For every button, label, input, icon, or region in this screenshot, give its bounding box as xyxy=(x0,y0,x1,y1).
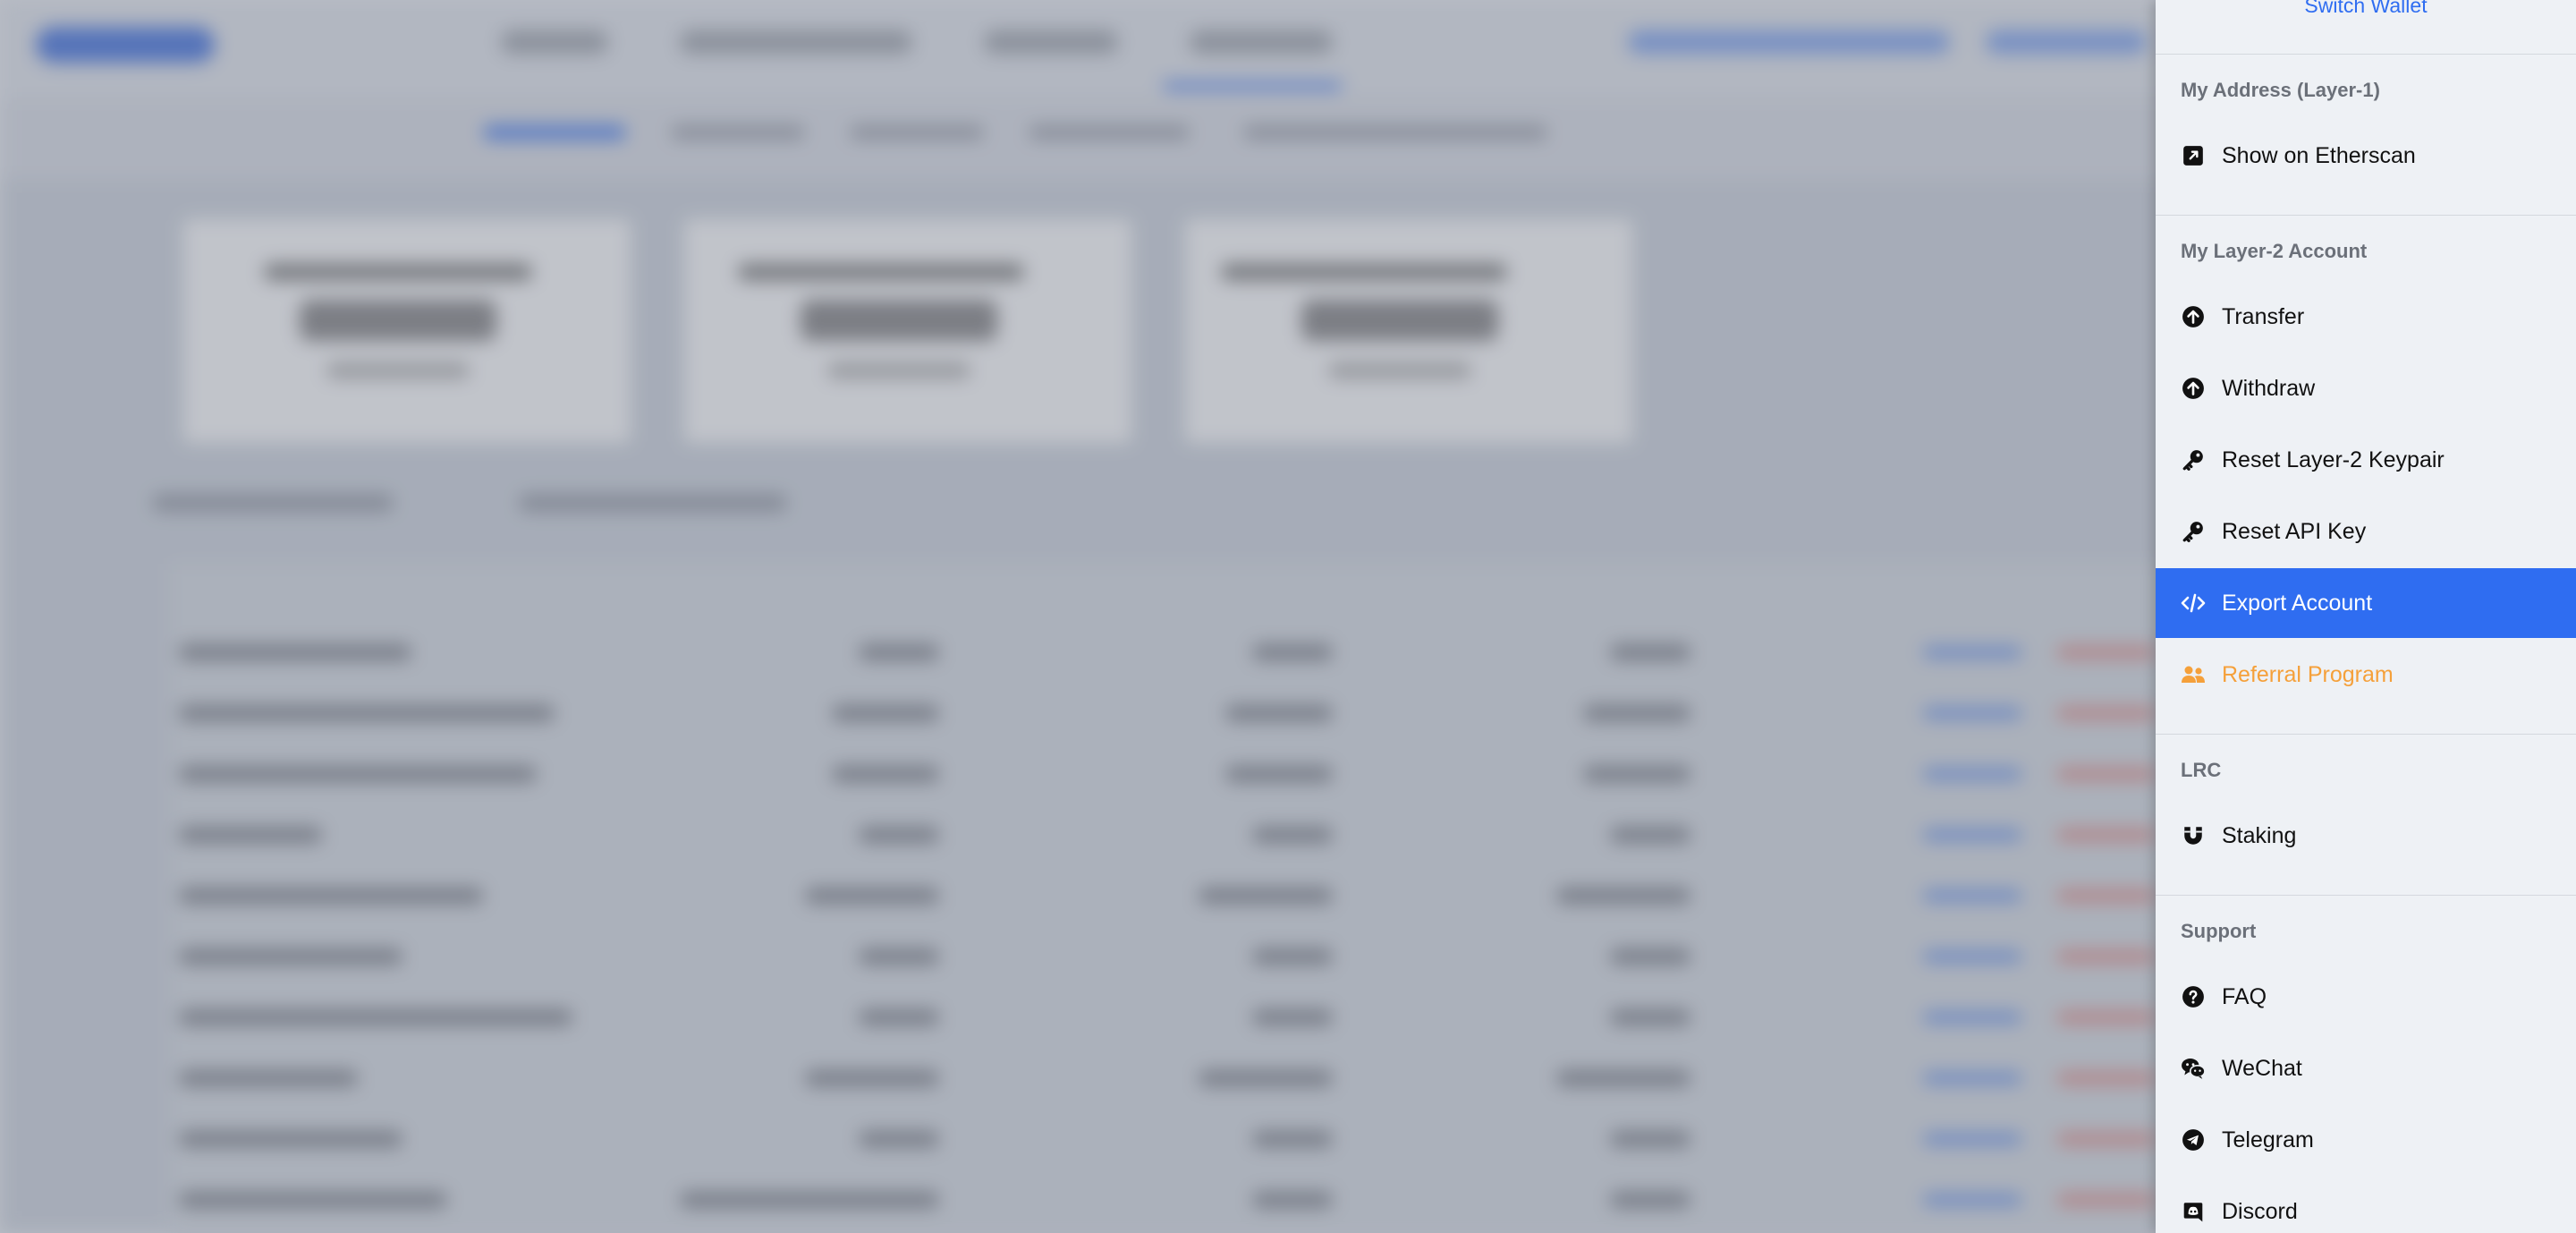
menu-item-label: Discord xyxy=(2222,1198,2298,1224)
code-icon xyxy=(2181,591,2206,616)
section-title-support: Support xyxy=(2181,920,2257,942)
menu-item-label: Reset Layer-2 Keypair xyxy=(2222,446,2445,472)
wechat-icon xyxy=(2181,1056,2206,1081)
section-title-layer2: My Layer-2 Account xyxy=(2181,240,2368,262)
discord-icon xyxy=(2181,1199,2206,1224)
account-menu-panel: Switch Wallet My Address (Layer-1) Show … xyxy=(2156,0,2576,1233)
magnet-icon xyxy=(2181,823,2206,848)
section-title-lrc: LRC xyxy=(2181,759,2222,781)
menu-item-label: WeChat xyxy=(2222,1055,2302,1081)
divider xyxy=(2156,895,2576,896)
divider xyxy=(2156,734,2576,735)
arrow-up-circle-icon xyxy=(2181,304,2206,329)
question-circle-icon xyxy=(2181,984,2206,1009)
menu-item-label: Transfer xyxy=(2222,303,2305,329)
menu-item-label: Telegram xyxy=(2222,1127,2314,1152)
menu-item-withdraw[interactable]: Withdraw xyxy=(2156,353,2576,423)
menu-item-label: FAQ xyxy=(2222,983,2267,1009)
divider xyxy=(2156,215,2576,216)
menu-item-label: Staking xyxy=(2222,822,2297,848)
key-icon xyxy=(2181,447,2206,472)
menu-item-wechat[interactable]: WeChat xyxy=(2156,1033,2576,1103)
key-icon xyxy=(2181,519,2206,544)
section-title-layer1: My Address (Layer-1) xyxy=(2181,79,2380,101)
menu-item-discord[interactable]: Discord xyxy=(2156,1177,2576,1233)
menu-item-transfer[interactable]: Transfer xyxy=(2156,282,2576,352)
menu-item-export-account[interactable]: Export Account xyxy=(2156,568,2576,638)
menu-item-staking[interactable]: Staking xyxy=(2156,801,2576,871)
switch-wallet-link[interactable]: Switch Wallet xyxy=(2156,0,2576,16)
menu-item-label: Export Account xyxy=(2222,590,2373,616)
menu-item-reset-api-key[interactable]: Reset API Key xyxy=(2156,497,2576,566)
menu-item-label: Reset API Key xyxy=(2222,518,2367,544)
telegram-icon xyxy=(2181,1127,2206,1152)
external-link-icon xyxy=(2181,143,2206,168)
users-icon xyxy=(2181,662,2206,687)
menu-item-show-on-etherscan[interactable]: Show on Etherscan xyxy=(2156,121,2576,191)
menu-item-referral-program[interactable]: Referral Program xyxy=(2156,640,2576,710)
menu-item-label: Withdraw xyxy=(2222,375,2316,401)
menu-item-telegram[interactable]: Telegram xyxy=(2156,1105,2576,1175)
menu-item-faq[interactable]: FAQ xyxy=(2156,962,2576,1032)
menu-item-label: Show on Etherscan xyxy=(2222,142,2416,168)
divider xyxy=(2156,54,2576,55)
modal-overlay[interactable] xyxy=(0,0,2156,1233)
arrow-up-circle-icon xyxy=(2181,376,2206,401)
menu-item-label: Referral Program xyxy=(2222,661,2394,687)
menu-item-reset-layer2-keypair[interactable]: Reset Layer-2 Keypair xyxy=(2156,425,2576,495)
